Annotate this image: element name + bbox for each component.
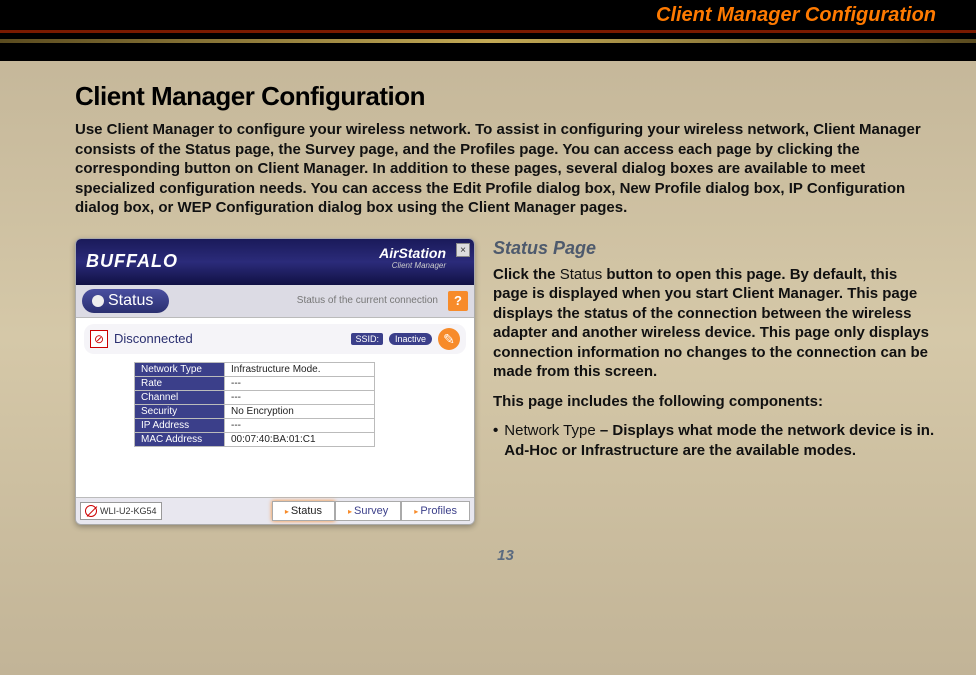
status-body: ⊘ Disconnected SSID: Inactive ✎ Network … (76, 317, 474, 497)
app-window: BUFFALO AirStation Client Manager × Stat… (75, 238, 475, 525)
edit-icon[interactable]: ✎ (438, 328, 460, 350)
text-column: Status Page Click the Status button to o… (493, 238, 936, 525)
product-sub: Client Manager (379, 261, 446, 270)
ssid-label: SSID: (351, 333, 383, 345)
status-bar: Status Status of the current connection … (76, 285, 474, 317)
row-key: Network Type (135, 362, 225, 376)
table-row: MAC Address00:07:40:BA:01:C1 (135, 432, 375, 446)
row-val: --- (225, 376, 375, 390)
device-badge: WLI-U2-KG54 (80, 502, 162, 520)
row-val: Infrastructure Mode. (225, 362, 375, 376)
arrow-icon: ▸ (348, 507, 352, 516)
device-name: WLI-U2-KG54 (100, 506, 157, 516)
tab-survey[interactable]: ▸Survey (335, 501, 401, 521)
inactive-badge: Inactive (389, 333, 432, 345)
row-key: Security (135, 404, 225, 418)
status-pill: Status (82, 289, 169, 313)
intro-text: Use Client Manager to configure your wir… (75, 120, 936, 218)
warning-icon: ⊘ (90, 330, 108, 348)
product-label: AirStation Client Manager (379, 245, 446, 270)
connection-status: Disconnected (114, 331, 193, 346)
bullet-item: • Network Type – Displays what mode the … (493, 421, 936, 460)
status-paragraph: Click the Status button to open this pag… (493, 265, 936, 382)
row-key: Channel (135, 390, 225, 404)
no-signal-icon (85, 505, 97, 517)
tab-status[interactable]: ▸Status (272, 501, 335, 521)
arrow-icon: ▸ (414, 507, 418, 516)
help-button[interactable]: ? (448, 291, 468, 311)
section-subtitle: Status Page (493, 238, 936, 259)
status-indicator-icon (92, 295, 104, 307)
table-row: IP Address--- (135, 418, 375, 432)
page-title: Client Manager Configuration (75, 81, 936, 112)
row-key: IP Address (135, 418, 225, 432)
components-line: This page includes the following compone… (493, 392, 936, 412)
tab-group: ▸Status ▸Survey ▸Profiles (272, 501, 470, 521)
tab-profiles[interactable]: ▸Profiles (401, 501, 470, 521)
product-name: AirStation (379, 245, 446, 261)
row-key: Rate (135, 376, 225, 390)
bullet-label: Network Type (504, 422, 595, 439)
app-header: BUFFALO AirStation Client Manager × (76, 239, 474, 285)
row-key: MAC Address (135, 432, 225, 446)
row-val: --- (225, 418, 375, 432)
status-pill-label: Status (108, 292, 153, 310)
page-number: 13 (75, 547, 936, 564)
screenshot-column: BUFFALO AirStation Client Manager × Stat… (75, 238, 475, 525)
arrow-icon: ▸ (285, 507, 289, 516)
row-val: No Encryption (225, 404, 375, 418)
table-row: Rate--- (135, 376, 375, 390)
decor-bar (0, 43, 976, 61)
status-table: Network TypeInfrastructure Mode. Rate---… (134, 362, 375, 447)
banner-title: Client Manager Configuration (656, 4, 936, 26)
row-val: 00:07:40:BA:01:C1 (225, 432, 375, 446)
bottom-tabs: WLI-U2-KG54 ▸Status ▸Survey ▸Profiles (76, 497, 474, 524)
table-row: SecurityNo Encryption (135, 404, 375, 418)
bullet-dot: • (493, 421, 498, 460)
connection-row: ⊘ Disconnected SSID: Inactive ✎ (84, 324, 466, 354)
top-banner: Client Manager Configuration (0, 0, 976, 30)
status-caption: Status of the current connection (175, 295, 442, 306)
close-icon[interactable]: × (456, 243, 470, 257)
content-area: Client Manager Configuration Use Client … (0, 61, 976, 564)
table-row: Network TypeInfrastructure Mode. (135, 362, 375, 376)
table-row: Channel--- (135, 390, 375, 404)
row-val: --- (225, 390, 375, 404)
brand-logo: BUFFALO (86, 251, 178, 272)
